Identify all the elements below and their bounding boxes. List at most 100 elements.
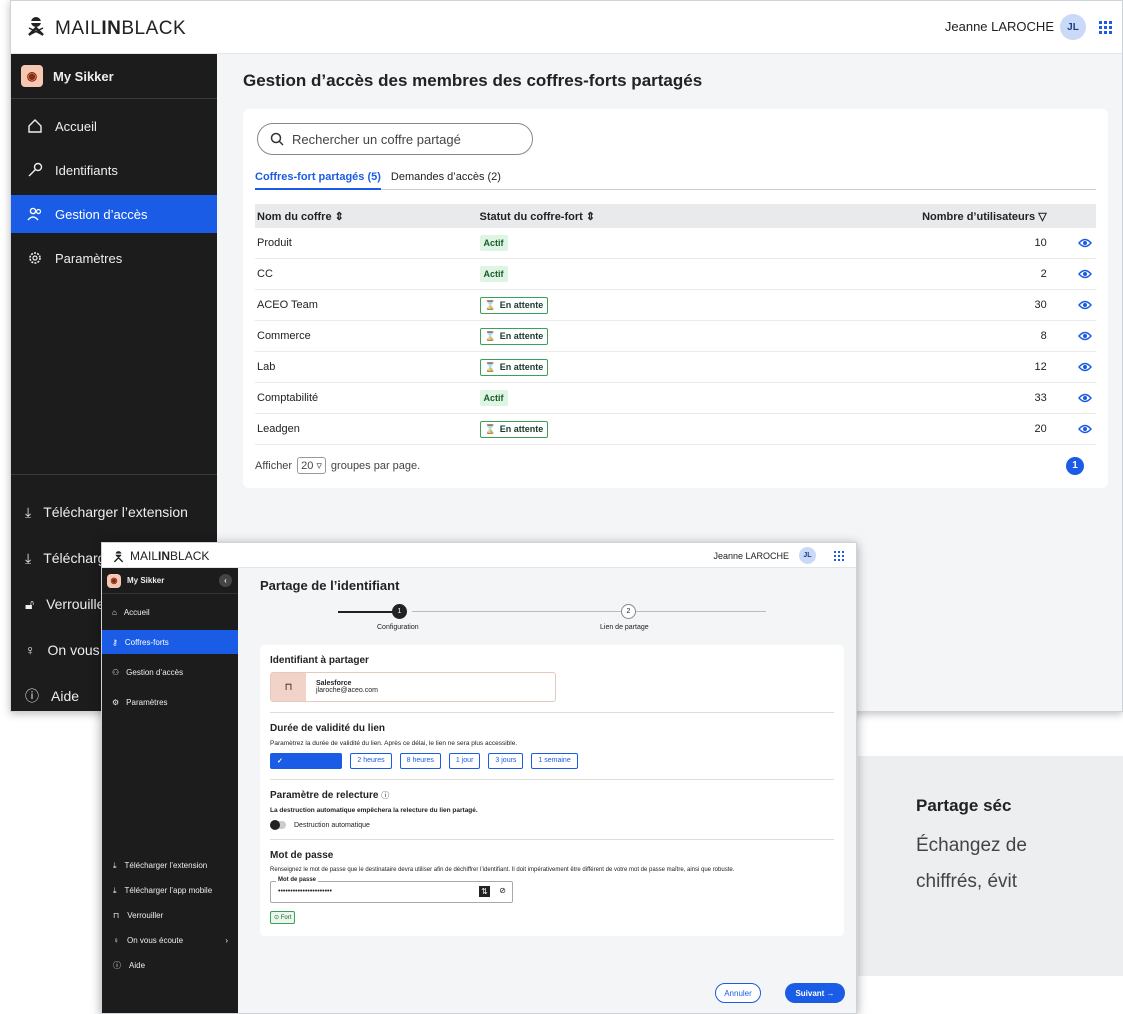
vault-header[interactable]: ◉ My Sikker ‹ bbox=[102, 568, 238, 594]
page-1-button[interactable]: 1 bbox=[1066, 456, 1084, 475]
sidebar-item-lock[interactable]: ⊓ Verrouiller bbox=[102, 903, 238, 928]
ninja-logo-icon bbox=[25, 15, 47, 43]
view-eye-icon[interactable] bbox=[1078, 238, 1092, 248]
vault-name: Lab bbox=[257, 361, 276, 373]
hourglass-icon: ⌛ bbox=[484, 423, 496, 434]
duration-1d[interactable]: 1 jour bbox=[448, 753, 481, 769]
duration-3d[interactable]: 3 jours bbox=[488, 753, 524, 769]
table-row[interactable]: Produit Actif 10 bbox=[255, 228, 1096, 259]
sidebar-item-gestion[interactable]: Gestion d’accès bbox=[11, 195, 217, 233]
brand-logo[interactable]: MAILINBLACK bbox=[25, 15, 186, 43]
sidebar-item-help[interactable]: ⓘ Aide bbox=[102, 953, 238, 978]
cancel-button[interactable]: Annuler bbox=[715, 983, 761, 1003]
sidebar-item-mobile[interactable]: ⤓ Télécharger l’app mobile bbox=[102, 878, 238, 903]
step-2-icon: 2 bbox=[621, 604, 636, 619]
view-eye-icon[interactable] bbox=[1078, 393, 1092, 403]
promo-title: Partage séc bbox=[916, 796, 1012, 815]
identifier-chip: ⊓ Salesforce jlaroche@aceo.com bbox=[270, 672, 556, 702]
avatar[interactable]: JL bbox=[1060, 14, 1086, 40]
sort-icon: ⇕ bbox=[334, 210, 344, 223]
download-icon: ⤓ bbox=[25, 549, 32, 566]
sidebar-item-identifiants[interactable]: Identifiants bbox=[11, 151, 217, 189]
pin-icon: ♀ bbox=[25, 642, 36, 658]
pin-icon: ♀ bbox=[113, 936, 119, 945]
info-icon: ⓘ bbox=[381, 791, 390, 800]
sidebar-item-parametres[interactable]: Paramètres bbox=[11, 239, 217, 277]
auto-destroy-toggle[interactable] bbox=[270, 820, 286, 830]
col-users[interactable]: Nombre d’utilisateurs ▽ bbox=[893, 210, 1047, 223]
sidebar-item-feedback[interactable]: ♀ On vous écoute › bbox=[102, 928, 238, 953]
avatar[interactable]: JL bbox=[799, 547, 816, 564]
table-row[interactable]: Lab ⌛ En attente 12 bbox=[255, 352, 1096, 383]
shield-icon: ◉ bbox=[107, 573, 121, 588]
duration-1w[interactable]: 1 semaine bbox=[531, 753, 578, 769]
table-row[interactable]: ACEO Team ⌛ En attente 30 bbox=[255, 290, 1096, 321]
users-icon: ⚇ bbox=[112, 667, 120, 677]
view-eye-icon[interactable] bbox=[1078, 331, 1092, 341]
user-count: 33 bbox=[1034, 392, 1047, 404]
per-page-select[interactable]: 20 ▿ bbox=[297, 457, 326, 474]
sort-down-icon: ▽ bbox=[1038, 210, 1047, 223]
view-eye-icon[interactable] bbox=[1078, 269, 1092, 279]
sidebar-item-parametres[interactable]: ⚙ Paramètres bbox=[102, 690, 238, 714]
table-row[interactable]: Leadgen ⌛ En attente 20 bbox=[255, 414, 1096, 445]
status-badge: ⌛ En attente bbox=[479, 420, 549, 438]
col-status[interactable]: Statut du coffre-fort ⇕ bbox=[480, 210, 894, 223]
tab-demandes[interactable]: Demandes d’accès (2) bbox=[391, 171, 501, 183]
duration-8h[interactable]: 8 heures bbox=[399, 753, 441, 769]
status-badge: ⌛ En attente bbox=[479, 296, 549, 314]
tab-coffres[interactable]: Coffres-fort partagés (5) bbox=[255, 171, 381, 190]
collapse-icon[interactable]: ‹ bbox=[219, 574, 232, 587]
brand-logo[interactable]: MAILINBLACK bbox=[112, 549, 209, 563]
sidebar-item-extension[interactable]: ⤓ Télécharger l’extension bbox=[102, 853, 238, 878]
duration-2h[interactable]: 2 heures bbox=[350, 753, 392, 769]
user-count: 2 bbox=[1040, 268, 1047, 280]
duration-30min[interactable]: ✓ 30 minutes bbox=[270, 753, 343, 769]
hourglass-icon: ⌛ bbox=[484, 330, 496, 341]
user-name: Jeanne LAROCHE bbox=[944, 19, 1054, 34]
password-field[interactable]: Mot de passe •••••••••••••••••••••• ⇅ ⊘ bbox=[270, 877, 513, 903]
next-button[interactable]: Suivant → bbox=[785, 983, 845, 1003]
table-row[interactable]: Commerce ⌛ En attente 8 bbox=[255, 321, 1096, 352]
ninja-logo-icon bbox=[113, 550, 124, 562]
user-count: 20 bbox=[1034, 423, 1047, 435]
table-row[interactable]: CC Actif 2 bbox=[255, 259, 1096, 290]
help-icon: ⓘ bbox=[113, 961, 121, 970]
hourglass-icon: ⌛ bbox=[484, 361, 496, 372]
share-top-bar: MAILINBLACK Jeanne LAROCHE JL bbox=[102, 543, 856, 568]
download-icon: ⤓ bbox=[25, 503, 32, 520]
sidebar-item-extension[interactable]: ⤓ Télécharger l’extension bbox=[11, 489, 217, 535]
user-count: 10 bbox=[1034, 237, 1047, 249]
search-input[interactable]: Rechercher un coffre partagé bbox=[257, 123, 533, 155]
sidebar-item-gestion[interactable]: ⚇ Gestion d’accès bbox=[102, 660, 238, 684]
status-badge: ⌛ En attente bbox=[479, 327, 549, 345]
shield-icon: ◉ bbox=[21, 65, 43, 87]
sidebar-item-accueil[interactable]: ⌂ Accueil bbox=[102, 600, 238, 624]
view-eye-icon[interactable] bbox=[1078, 424, 1092, 434]
page-title: Gestion d’accès des membres des coffres-… bbox=[243, 71, 703, 90]
main-content: Gestion d’accès des membres des coffres-… bbox=[243, 71, 1108, 488]
vault-name: Leadgen bbox=[257, 423, 300, 435]
sidebar-item-coffres[interactable]: ⚷ Coffres-forts bbox=[102, 630, 238, 654]
vault-name: ACEO Team bbox=[257, 299, 318, 311]
col-name[interactable]: Nom du coffre ⇕ bbox=[257, 210, 480, 223]
gear-icon bbox=[29, 252, 41, 264]
strength-badge: ⊙ Fort bbox=[270, 911, 296, 924]
apps-grid-icon[interactable] bbox=[834, 551, 844, 561]
users-icon bbox=[27, 207, 42, 221]
user-count: 8 bbox=[1040, 330, 1047, 342]
generate-password-icon[interactable]: ⇅ bbox=[479, 886, 490, 897]
table-row[interactable]: Comptabilité Actif 33 bbox=[255, 383, 1096, 414]
home-icon bbox=[28, 119, 42, 133]
share-title: Partage de l’identifiant bbox=[260, 578, 400, 593]
vault-name: Comptabilité bbox=[257, 392, 319, 404]
vault-header[interactable]: ◉ My Sikker bbox=[11, 54, 217, 99]
view-eye-icon[interactable] bbox=[1078, 300, 1092, 310]
hourglass-icon: ⌛ bbox=[484, 299, 496, 310]
apps-grid-icon[interactable] bbox=[1099, 21, 1112, 34]
user-name: Jeanne LAROCHE bbox=[713, 551, 789, 561]
search-icon bbox=[270, 132, 284, 146]
hide-password-icon[interactable]: ⊘ bbox=[499, 886, 506, 895]
view-eye-icon[interactable] bbox=[1078, 362, 1092, 372]
sidebar-item-accueil[interactable]: Accueil bbox=[11, 107, 217, 145]
